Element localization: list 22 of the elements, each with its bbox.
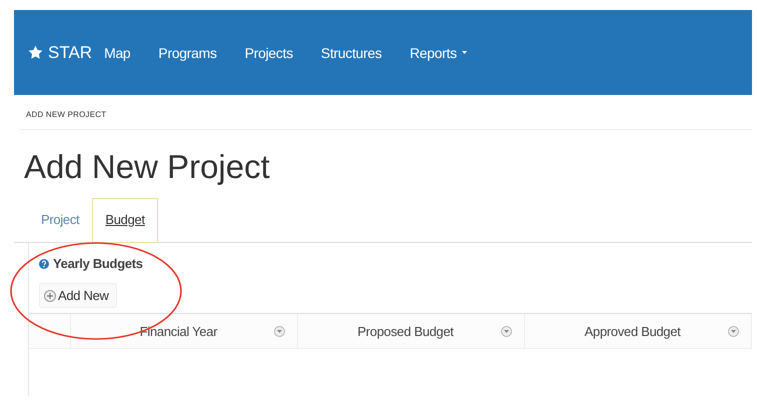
plus-circle-icon — [44, 290, 56, 302]
breadcrumb: ADD NEW PROJECT — [25, 109, 106, 119]
section-title: Yearly Budgets — [53, 256, 143, 271]
caret-icon — [462, 51, 467, 54]
brand-name[interactable]: STAR — [48, 42, 92, 62]
filter-icon[interactable] — [501, 326, 512, 336]
add-new-button[interactable]: Add New — [39, 283, 117, 308]
column-header[interactable]: Financial Year — [83, 324, 274, 338]
filter-icon[interactable] — [274, 326, 285, 336]
filter-icon[interactable] — [728, 326, 739, 336]
nav-link[interactable]: Reports — [410, 44, 467, 60]
column-header[interactable]: Approved Budget — [537, 324, 728, 338]
tab[interactable]: Project — [28, 198, 92, 242]
nav-link[interactable]: Projects — [244, 44, 293, 60]
nav-link[interactable]: Map — [104, 44, 130, 60]
page-title: Add New Project — [24, 147, 270, 187]
nav-link[interactable]: Programs — [158, 44, 217, 60]
nav-link[interactable]: Structures — [320, 44, 382, 60]
star-icon — [28, 45, 43, 60]
column-header[interactable]: Proposed Budget — [310, 324, 501, 338]
tab[interactable]: Budget — [92, 198, 158, 243]
help-icon[interactable] — [39, 258, 49, 268]
